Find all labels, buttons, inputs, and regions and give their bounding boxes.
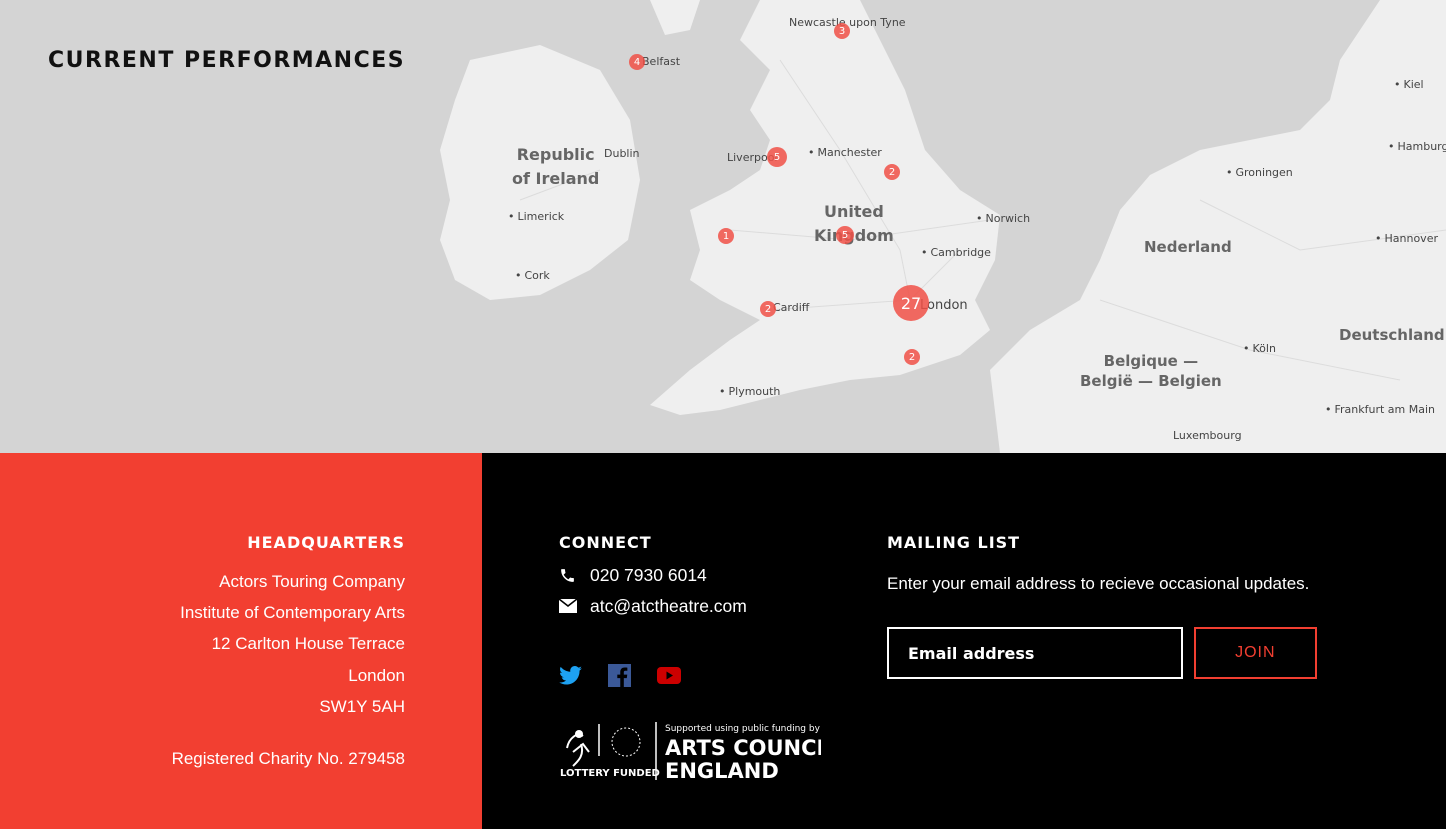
place-dublin: Dublin [604,147,640,160]
headquarters-address: Actors Touring Company Institute of Cont… [0,566,405,722]
headquarters-panel: HEADQUARTERS Actors Touring Company Inst… [0,453,482,829]
place-cambridge: Cambridge [921,246,991,259]
mailing-list-title: MAILING LIST [887,533,1021,552]
country-label-belgium: Belgique — België — Belgien [1080,352,1222,390]
place-cardiff: Cardiff [773,301,810,314]
funding-logos: LOTTERY FUNDED Supported using public fu… [559,722,821,782]
twitter-icon[interactable] [559,666,582,690]
place-manchester: Manchester [808,146,882,159]
country-label-deutschland: Deutschland [1339,326,1445,344]
country-label-ireland: Republic of Ireland [512,145,600,188]
address-line: London [348,665,405,685]
envelope-icon [559,599,577,613]
place-frankfurt: Frankfurt am Main [1325,403,1436,416]
country-label-uk: UnitedKingdom [814,202,894,245]
mailing-list-form: Email address JOIN [887,627,1317,679]
connect-section: CONNECT 020 7930 6014 atc@atctheatre.com [559,533,821,782]
headquarters-title: HEADQUARTERS [247,533,405,552]
map-marker-liverpool[interactable]: 5 [767,147,787,167]
place-plymouth: Plymouth [719,385,781,398]
place-hannover: Hannover [1375,232,1439,245]
social-links [559,664,821,692]
place-hamburg: Hamburg [1388,140,1446,153]
address-line: Institute of Contemporary Arts [180,603,405,623]
map-marker-yorkshire[interactable]: 2 [884,164,900,180]
email-input[interactable]: Email address [887,627,1183,679]
performances-map[interactable]: CURRENT PERFORMANCES Republic of Ireland … [0,0,1446,453]
charity-number: Registered Charity No. 279458 [171,749,405,769]
join-button[interactable]: JOIN [1193,627,1317,679]
supported-text: Supported using public funding by [665,724,821,734]
map-marker-newcastle[interactable]: 3 [834,23,850,39]
place-limerick: Limerick [508,210,565,223]
arts-council-text-1: ARTS COUNCIL [665,736,821,760]
address-line: SW1Y 5AH [319,696,405,716]
address-line: Actors Touring Company [219,572,405,591]
youtube-icon[interactable] [657,667,681,689]
place-norwich: Norwich [976,212,1031,225]
place-groningen: Groningen [1226,166,1293,179]
map-marker-cardiff[interactable]: 2 [760,301,776,317]
phone-row[interactable]: 020 7930 6014 [559,565,821,586]
mailing-list-section: MAILING LIST Enter your email address to… [887,533,1317,679]
lottery-funded-text: LOTTERY FUNDED [560,768,660,779]
map-marker-brighton[interactable]: 2 [904,349,920,365]
place-cork: Cork [515,269,550,282]
arts-council-text-2: ENGLAND [665,759,779,782]
map-marker-midlands[interactable]: 5 [836,226,854,244]
facebook-icon[interactable] [608,664,631,692]
email-row[interactable]: atc@atctheatre.com [559,596,821,617]
map-marker-wales[interactable]: 1 [718,228,734,244]
map-marker-belfast[interactable]: 4 [629,54,645,70]
map-title: CURRENT PERFORMANCES [48,48,406,73]
place-belfast: Belfast [642,55,681,68]
phone-icon [559,567,577,584]
mailing-list-description: Enter your email address to recieve occa… [887,574,1310,593]
lottery-arts-council-logo: LOTTERY FUNDED Supported using public fu… [560,722,821,782]
phone-number[interactable]: 020 7930 6014 [590,565,707,586]
map-marker-london[interactable]: 27 [893,285,929,321]
connect-title: CONNECT [559,533,652,552]
place-koln: Köln [1243,342,1276,355]
place-luxembourg: Luxembourg [1173,429,1242,442]
email-link[interactable]: atc@atctheatre.com [590,596,747,617]
country-label-nederland: Nederland [1144,238,1232,256]
place-kiel: Kiel [1394,78,1424,91]
address-line: 12 Carlton House Terrace [211,634,405,654]
